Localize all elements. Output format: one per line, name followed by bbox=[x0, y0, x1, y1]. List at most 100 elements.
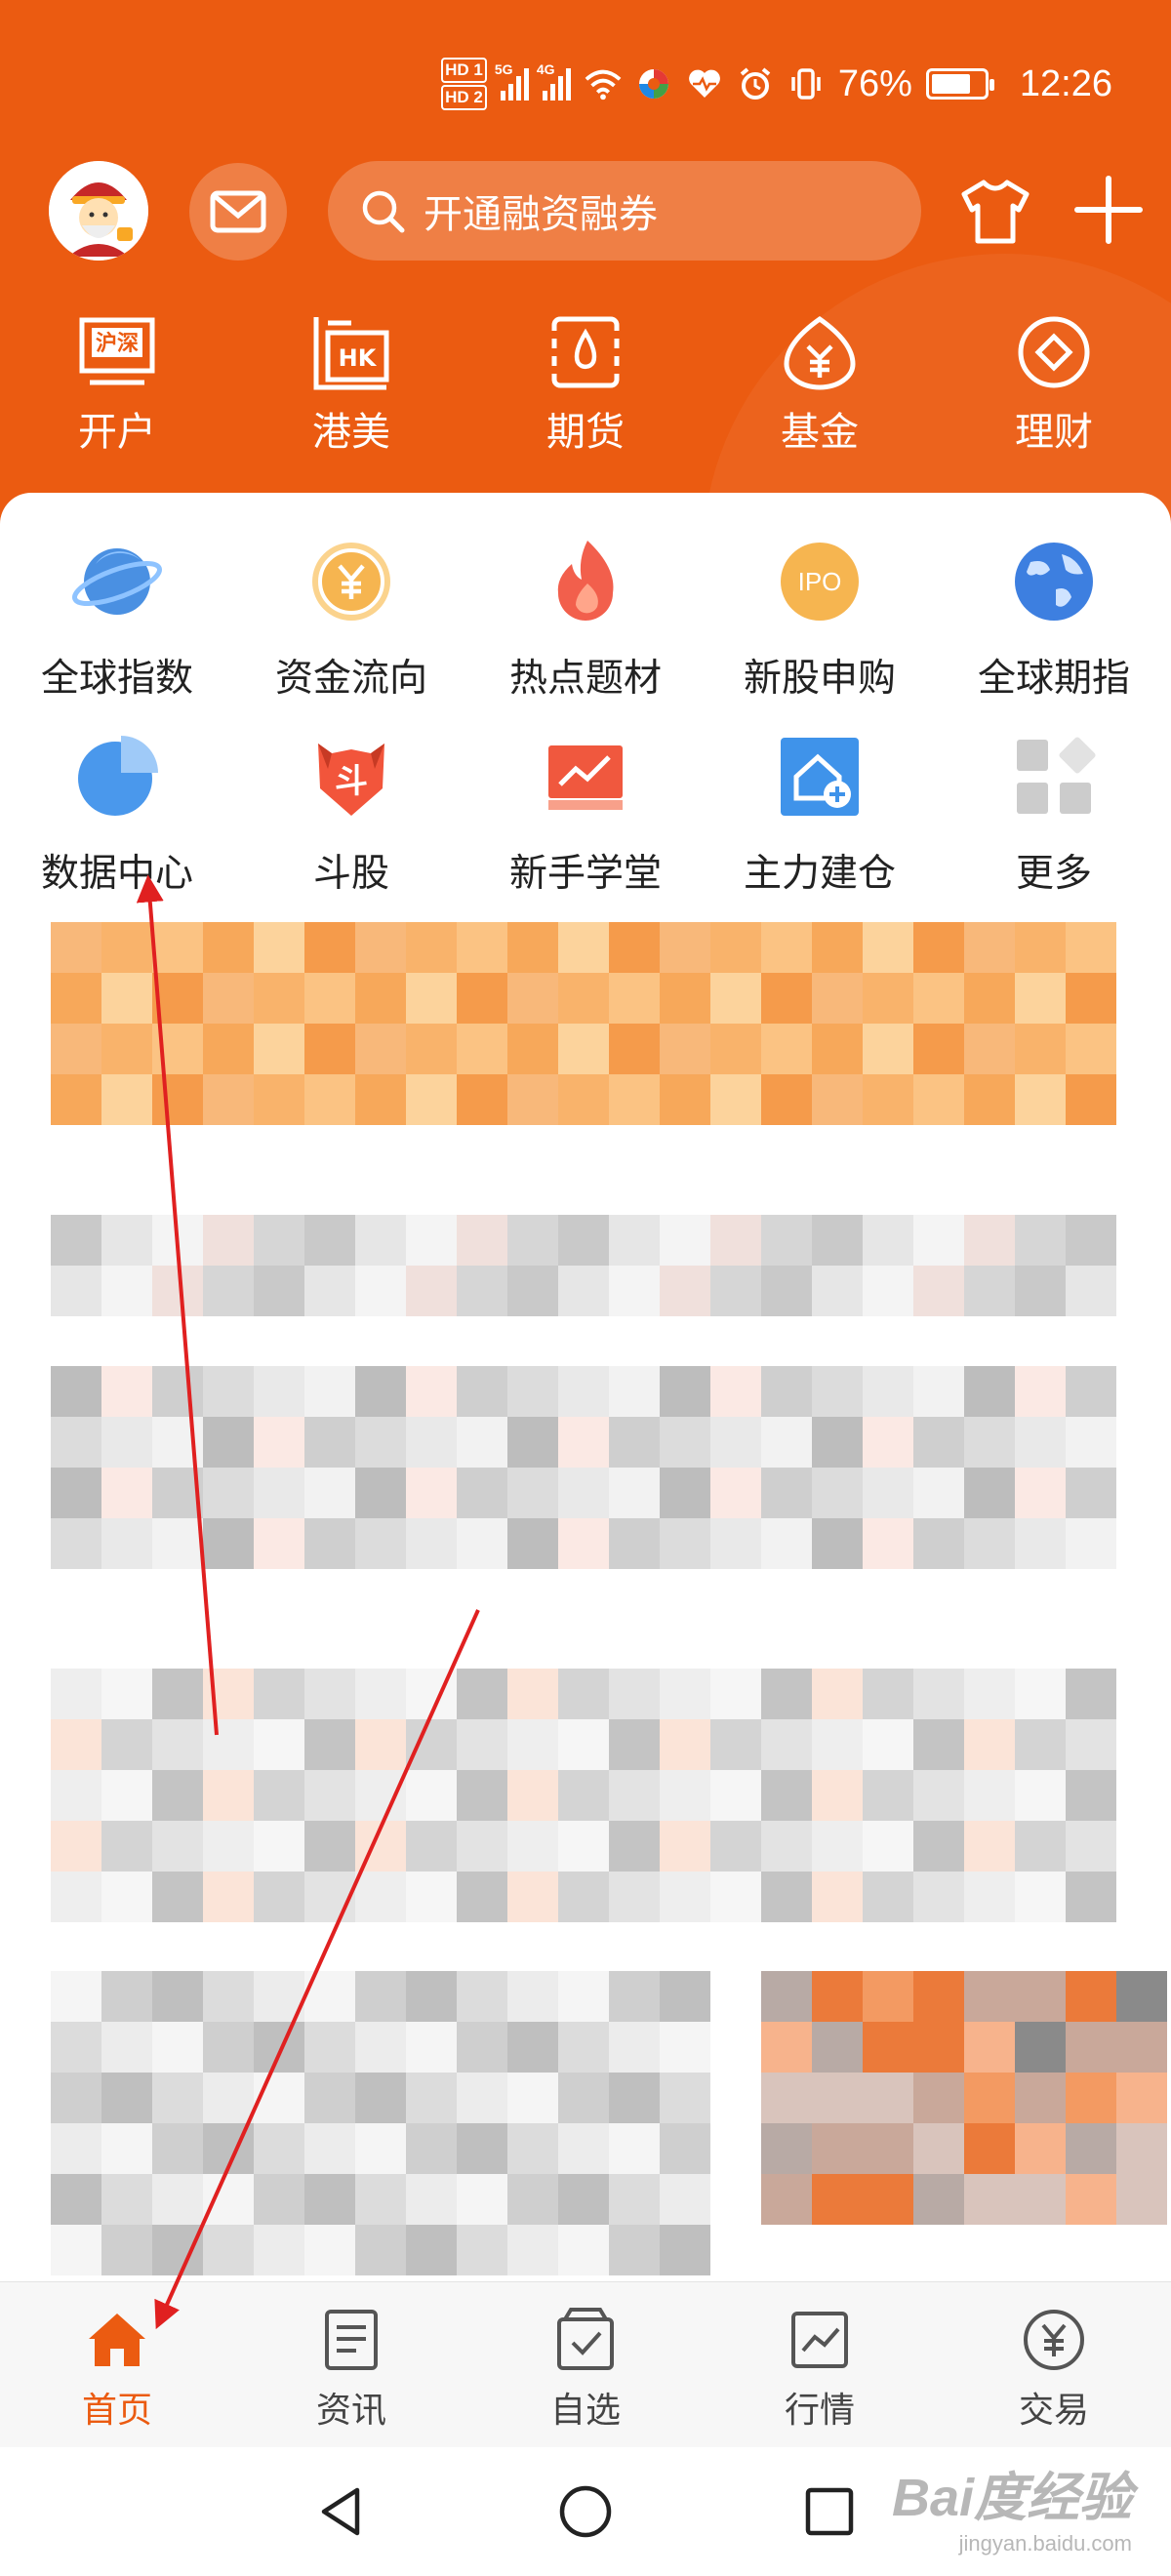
feature-dou-gu[interactable]: 斗 斗股 bbox=[234, 722, 468, 917]
recents-square-icon[interactable] bbox=[800, 2482, 859, 2541]
feature-beginner-school[interactable]: 新手学堂 bbox=[468, 722, 703, 917]
pixel-block bbox=[812, 1266, 863, 1316]
tab-news[interactable]: 资讯 bbox=[234, 2282, 468, 2447]
pixel-block bbox=[660, 2022, 710, 2073]
pixel-block bbox=[812, 2174, 863, 2225]
vibrate-icon bbox=[787, 65, 825, 102]
feature-data-center[interactable]: 数据中心 bbox=[0, 722, 234, 917]
pixel-block bbox=[609, 1215, 660, 1266]
pixel-block bbox=[507, 1024, 558, 1074]
feature-main-force[interactable]: 主力建仓 bbox=[703, 722, 937, 917]
tab-trade[interactable]: 交易 bbox=[937, 2282, 1171, 2447]
pixel-block bbox=[254, 1417, 304, 1468]
pixel-block bbox=[304, 1215, 355, 1266]
pixel-block bbox=[51, 2174, 101, 2225]
pixel-block bbox=[101, 2022, 152, 2073]
pixel-block bbox=[710, 1770, 761, 1821]
pixel-block bbox=[660, 1366, 710, 1417]
app-notification-icon bbox=[635, 65, 672, 102]
search-bar[interactable]: 开通融资融券 bbox=[328, 161, 921, 261]
pixel-block bbox=[660, 1669, 710, 1719]
quick-link-label: 理财 bbox=[1015, 410, 1093, 455]
pixel-block bbox=[457, 1971, 507, 2022]
pixel-block bbox=[1015, 973, 1066, 1024]
pixel-block bbox=[863, 973, 913, 1024]
home-circle-icon[interactable] bbox=[556, 2482, 615, 2541]
avatar[interactable] bbox=[49, 161, 148, 261]
pixel-block bbox=[355, 973, 406, 1024]
feature-hot-topics[interactable]: 热点题材 bbox=[468, 527, 703, 722]
pixel-block bbox=[913, 1215, 964, 1266]
pixel-block bbox=[51, 1266, 101, 1316]
pixel-block bbox=[710, 1872, 761, 1922]
pixel-block bbox=[304, 1468, 355, 1518]
svg-text:IPO: IPO bbox=[798, 567, 842, 596]
pixel-block bbox=[913, 2022, 964, 2073]
pixel-block bbox=[558, 1366, 609, 1417]
feature-ipo[interactable]: IPO 新股申购 bbox=[703, 527, 937, 722]
pixel-block bbox=[355, 1024, 406, 1074]
message-button[interactable] bbox=[189, 163, 287, 261]
pixel-block bbox=[507, 922, 558, 973]
feature-more[interactable]: 更多 bbox=[937, 722, 1171, 917]
quick-link-wealth[interactable]: 理财 bbox=[937, 310, 1171, 457]
feature-label: 斗股 bbox=[312, 852, 389, 896]
pixel-block bbox=[203, 973, 254, 1024]
pixel-block bbox=[1015, 2123, 1066, 2174]
baidu-jingyan-watermark: Bai度经验 jingyan.baidu.com bbox=[892, 2454, 1132, 2556]
pixel-block bbox=[609, 1872, 660, 1922]
pixel-block bbox=[304, 2022, 355, 2073]
pixel-block bbox=[152, 1719, 203, 1770]
pixel-block bbox=[913, 1417, 964, 1468]
feature-fund-flow[interactable]: 资金流向 bbox=[234, 527, 468, 722]
pixel-block bbox=[406, 1971, 457, 2022]
pixel-block bbox=[609, 1821, 660, 1872]
tab-market[interactable]: 行情 bbox=[703, 2282, 937, 2447]
pixel-block bbox=[203, 1266, 254, 1316]
pixel-block bbox=[101, 922, 152, 973]
pixel-block bbox=[507, 973, 558, 1024]
pixel-block bbox=[203, 2123, 254, 2174]
pixel-block bbox=[863, 1770, 913, 1821]
pixel-block bbox=[457, 1872, 507, 1922]
feature-global-futures[interactable]: 全球期指 bbox=[937, 527, 1171, 722]
pixel-block bbox=[254, 1719, 304, 1770]
pixel-block bbox=[761, 2123, 812, 2174]
pixel-block bbox=[203, 2073, 254, 2123]
signal-2-icon: 4G bbox=[537, 61, 571, 101]
quick-link-open-account[interactable]: 沪深 开户 bbox=[0, 310, 234, 457]
pixel-block bbox=[355, 1468, 406, 1518]
tab-home[interactable]: 首页 bbox=[0, 2282, 234, 2447]
pixel-block bbox=[609, 2073, 660, 2123]
tab-watchlist[interactable]: 自选 bbox=[468, 2282, 703, 2447]
pixel-block bbox=[1015, 1366, 1066, 1417]
pixel-block bbox=[964, 1074, 1015, 1125]
svg-text:沪深: 沪深 bbox=[96, 331, 139, 356]
pixel-block bbox=[254, 1669, 304, 1719]
pixel-block bbox=[558, 1971, 609, 2022]
pixel-block bbox=[203, 1872, 254, 1922]
pixel-block bbox=[863, 922, 913, 973]
pixel-block bbox=[355, 1719, 406, 1770]
search-placeholder: 开通融资融券 bbox=[424, 192, 658, 237]
quick-link-fund[interactable]: 基金 bbox=[703, 310, 937, 457]
pixel-block bbox=[101, 2174, 152, 2225]
add-icon[interactable] bbox=[1071, 173, 1146, 247]
pixel-block bbox=[812, 1468, 863, 1518]
chart-board-icon bbox=[539, 730, 632, 824]
quick-link-futures[interactable]: 期货 bbox=[468, 310, 703, 457]
pixel-block bbox=[1015, 1074, 1066, 1125]
feature-global-index[interactable]: 全球指数 bbox=[0, 527, 234, 722]
theme-shirt-icon[interactable] bbox=[956, 173, 1034, 251]
pixel-block bbox=[913, 1872, 964, 1922]
pixel-block bbox=[710, 973, 761, 1024]
back-icon[interactable] bbox=[312, 2482, 371, 2541]
pixel-block bbox=[507, 1266, 558, 1316]
pixel-block bbox=[609, 1266, 660, 1316]
pixel-block bbox=[913, 1971, 964, 2022]
pixel-block bbox=[1066, 973, 1116, 1024]
quick-link-hk-us[interactable]: HK 港美 bbox=[234, 310, 468, 457]
pixel-block bbox=[964, 1719, 1015, 1770]
pixel-block bbox=[507, 1366, 558, 1417]
pixel-block bbox=[761, 2022, 812, 2073]
